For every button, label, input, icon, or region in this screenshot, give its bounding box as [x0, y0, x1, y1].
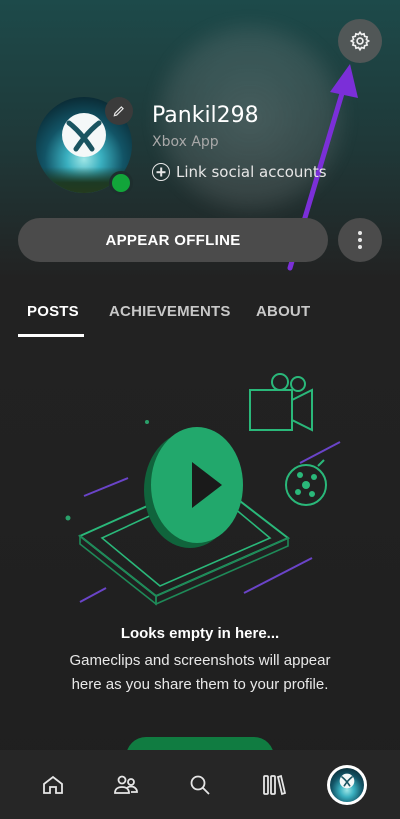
- search-icon: [190, 775, 210, 795]
- profile-avatar-icon: [327, 764, 368, 805]
- nav-library[interactable]: [250, 761, 298, 809]
- pencil-icon: [113, 106, 124, 117]
- library-icon: [262, 774, 286, 795]
- tab-achievements[interactable]: ACHIEVEMENTS: [109, 303, 231, 320]
- bottom-navigation: [0, 750, 400, 819]
- link-social-accounts-button[interactable]: Link social accounts: [152, 163, 327, 181]
- nav-search[interactable]: [176, 761, 224, 809]
- empty-posts-illustration: [65, 373, 341, 606]
- settings-button[interactable]: [338, 19, 382, 63]
- tab-posts[interactable]: POSTS: [27, 303, 79, 320]
- more-vertical-icon: [358, 231, 362, 235]
- appear-offline-button[interactable]: APPEAR OFFLINE: [18, 218, 328, 262]
- nav-home[interactable]: [29, 761, 77, 809]
- app-label: Xbox App: [152, 134, 219, 150]
- profile-screen: Pankil298 Xbox App Link social accounts …: [0, 0, 400, 819]
- nav-profile[interactable]: [323, 761, 371, 809]
- home-icon: [42, 775, 63, 794]
- tab-about[interactable]: ABOUT: [256, 303, 310, 320]
- gamertag: Pankil298: [152, 103, 259, 128]
- empty-state-title: Looks empty in here...: [120, 625, 280, 642]
- active-tab-indicator: [18, 334, 84, 337]
- online-status-indicator: [109, 171, 133, 195]
- gear-icon: [349, 30, 371, 52]
- add-circle-icon: [152, 163, 170, 181]
- edit-avatar-button[interactable]: [105, 97, 133, 125]
- xbox-logo-small-icon: [339, 773, 355, 788]
- empty-state-description: Gameclips and screenshots will appear he…: [69, 652, 331, 693]
- more-options-button[interactable]: [338, 218, 382, 262]
- friends-icon: [114, 775, 139, 794]
- profile-tabs: POSTS ACHIEVEMENTS ABOUT: [0, 303, 400, 343]
- xbox-logo-icon: [62, 113, 106, 157]
- link-social-label: Link social accounts: [176, 163, 327, 181]
- nav-friends[interactable]: [102, 761, 150, 809]
